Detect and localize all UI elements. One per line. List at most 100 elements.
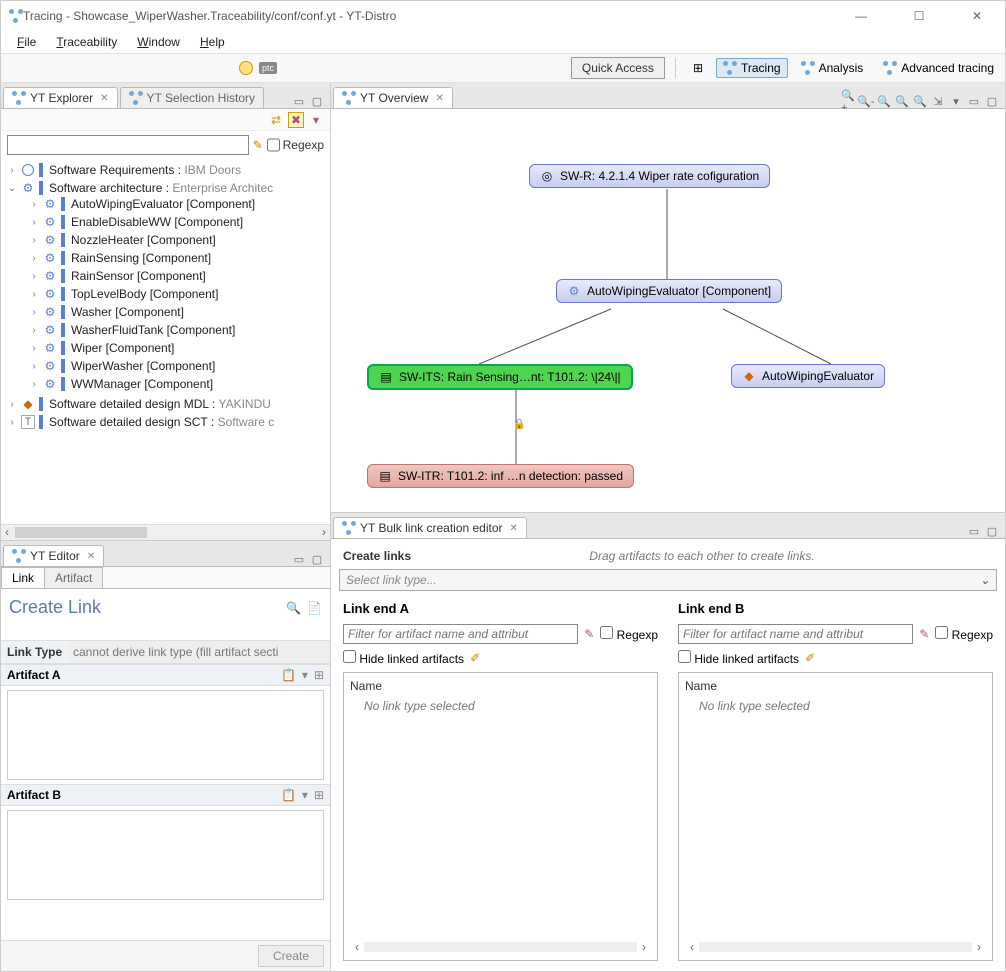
tree-item-component[interactable]: ›⚙AutoWipingEvaluator [Component] xyxy=(1,197,330,211)
highlight-icon[interactable]: ✐ xyxy=(805,651,815,665)
tree-item-component[interactable]: ›⚙NozzleHeater [Component] xyxy=(1,233,330,247)
tree-item-component[interactable]: ›⚙TopLevelBody [Component] xyxy=(1,287,330,301)
node-sw-its[interactable]: ▤SW-ITS: Rain Sensing…nt: T101.2: \|24\|… xyxy=(367,364,633,390)
maximize-button[interactable]: ☐ xyxy=(899,4,939,28)
ptc-badge[interactable]: ptc xyxy=(259,62,277,74)
explorer-tree[interactable]: ›Software Requirements : IBM Doors ⌄⚙Sof… xyxy=(1,159,330,524)
filter-a-input[interactable] xyxy=(343,624,578,644)
artifact-a-dropzone[interactable] xyxy=(7,690,324,780)
bulk-heading: Create links xyxy=(343,549,411,563)
menu-file[interactable]: File xyxy=(9,33,44,51)
filter-b-input[interactable] xyxy=(678,624,913,644)
filter-toggle-icon[interactable]: ✖ xyxy=(288,112,304,128)
zoom-fit-icon[interactable]: 🔍 xyxy=(877,94,891,108)
copy-icon[interactable]: 📄 xyxy=(307,601,322,615)
tree-item-component[interactable]: ›⚙RainSensor [Component] xyxy=(1,269,330,283)
minimize-view-icon[interactable]: ▭ xyxy=(292,552,306,566)
explorer-hscroll[interactable]: ‹› xyxy=(1,524,330,540)
clear-icon[interactable]: ✎ xyxy=(919,627,929,641)
close-icon[interactable]: ✕ xyxy=(435,93,443,104)
tree-root-sw-arch[interactable]: ⌄⚙Software architecture : Enterprise Arc… xyxy=(1,181,330,195)
node-sw-r[interactable]: ◎SW-R: 4.2.1.4 Wiper rate cofiguration xyxy=(529,164,770,188)
layout-icon[interactable]: ⇲ xyxy=(931,94,945,108)
highlight-icon[interactable]: ✐ xyxy=(470,651,480,665)
tree-root-sct[interactable]: ›TSoftware detailed design SCT : Softwar… xyxy=(1,415,330,429)
hide-linked-b-checkbox[interactable]: Hide linked artifacts xyxy=(678,650,799,666)
matlab-icon: ◆ xyxy=(742,369,756,383)
minimize-view-icon[interactable]: ▭ xyxy=(967,94,981,108)
minimize-view-icon[interactable]: ▭ xyxy=(967,524,981,538)
dropdown-icon[interactable]: ▾ xyxy=(302,788,308,802)
grid-icon[interactable]: ⊞ xyxy=(314,668,324,682)
paste-icon[interactable]: 📋 xyxy=(281,668,296,682)
regexp-checkbox[interactable]: Regexp xyxy=(267,135,324,155)
zoom-sel-icon[interactable]: 🔍 xyxy=(913,94,927,108)
link-end-b-panel: Link end B ✎ Regexp Hide linked artifact… xyxy=(678,601,993,961)
menu-traceability[interactable]: Traceability xyxy=(48,33,125,51)
minimize-view-icon[interactable]: ▭ xyxy=(292,94,306,108)
subtab-artifact[interactable]: Artifact xyxy=(44,567,103,588)
zoom-reset-icon[interactable]: 🔍 xyxy=(895,94,909,108)
menu-window[interactable]: Window xyxy=(129,33,188,51)
menu-help[interactable]: Help xyxy=(192,33,233,51)
tree-item-component[interactable]: ›⚙EnableDisableWW [Component] xyxy=(1,215,330,229)
node-autowiping-eval[interactable]: ◆AutoWipingEvaluator xyxy=(731,364,885,388)
close-icon[interactable]: ✕ xyxy=(100,93,108,104)
close-icon[interactable]: ✕ xyxy=(510,523,518,534)
link-end-b-list[interactable]: Name No link type selected ‹› xyxy=(678,672,993,961)
grid-icon[interactable]: ⊞ xyxy=(314,788,324,802)
tab-yt-editor[interactable]: YT Editor✕ xyxy=(3,545,104,566)
subtab-link[interactable]: Link xyxy=(1,567,45,588)
link-type-select[interactable]: Select link type...⌄ xyxy=(339,569,997,591)
link-end-a-list[interactable]: Name No link type selected ‹› xyxy=(343,672,658,961)
tab-yt-selection-history[interactable]: YT Selection History xyxy=(120,87,265,108)
maximize-view-icon[interactable]: ▢ xyxy=(310,94,324,108)
overview-canvas[interactable]: ◎SW-R: 4.2.1.4 Wiper rate cofiguration ⚙… xyxy=(331,109,1005,512)
zoom-out-icon[interactable]: 🔍- xyxy=(859,94,873,108)
perspective-advanced[interactable]: Advanced tracing xyxy=(876,58,1001,78)
artifact-b-dropzone[interactable] xyxy=(7,810,324,900)
tree-item-component[interactable]: ›⚙Wiper [Component] xyxy=(1,341,330,355)
link-sync-icon[interactable]: ⇄ xyxy=(268,112,284,128)
minimize-button[interactable]: — xyxy=(841,4,881,28)
tree-item-component[interactable]: ›⚙WWManager [Component] xyxy=(1,377,330,391)
tree-item-component[interactable]: ›⚙WiperWasher [Component] xyxy=(1,359,330,373)
view-menu-icon[interactable]: ▾ xyxy=(308,112,324,128)
paste-icon[interactable]: 📋 xyxy=(281,788,296,802)
node-sw-itr[interactable]: ▤SW-ITR: T101.2: inf …n detection: passe… xyxy=(367,464,634,488)
clear-icon[interactable]: ✎ xyxy=(584,627,594,641)
explorer-filter-input[interactable] xyxy=(7,135,249,155)
maximize-view-icon[interactable]: ▢ xyxy=(310,552,324,566)
close-button[interactable]: ✕ xyxy=(957,4,997,28)
search-icon[interactable]: 🔍 xyxy=(286,601,301,615)
no-type-msg: No link type selected xyxy=(685,699,986,713)
regexp-b-checkbox[interactable]: Regexp xyxy=(935,626,993,642)
tree-item-component[interactable]: ›⚙WasherFluidTank [Component] xyxy=(1,323,330,337)
view-menu-icon[interactable]: ▾ xyxy=(949,94,963,108)
tab-yt-explorer[interactable]: YT Explorer✕ xyxy=(3,87,118,108)
open-perspective-button[interactable]: ⊞ xyxy=(686,58,710,78)
tree-root-sw-req[interactable]: ›Software Requirements : IBM Doors xyxy=(1,163,330,177)
test-icon: ▤ xyxy=(379,370,393,384)
link-end-a-panel: Link end A ✎ Regexp Hide linked artifact… xyxy=(343,601,658,961)
perspective-tracing[interactable]: Tracing xyxy=(716,58,788,78)
create-button[interactable]: Create xyxy=(258,945,324,967)
maximize-view-icon[interactable]: ▢ xyxy=(985,94,999,108)
tab-yt-bulk[interactable]: YT Bulk link creation editor✕ xyxy=(333,517,527,538)
tab-yt-overview[interactable]: YT Overview✕ xyxy=(333,87,453,108)
hide-linked-a-checkbox[interactable]: Hide linked artifacts xyxy=(343,650,464,666)
node-autowiping-component[interactable]: ⚙AutoWipingEvaluator [Component] xyxy=(556,279,782,303)
zoom-in-icon[interactable]: 🔍+ xyxy=(841,94,855,108)
regexp-a-checkbox[interactable]: Regexp xyxy=(600,626,658,642)
result-icon: ▤ xyxy=(378,469,392,483)
tree-item-component[interactable]: ›⚙RainSensing [Component] xyxy=(1,251,330,265)
dropdown-icon[interactable]: ▾ xyxy=(302,668,308,682)
maximize-view-icon[interactable]: ▢ xyxy=(985,524,999,538)
tree-item-component[interactable]: ›⚙Washer [Component] xyxy=(1,305,330,319)
tree-root-mdl[interactable]: ›◆Software detailed design MDL : YAKINDU xyxy=(1,397,330,411)
toolbar-icon-1[interactable] xyxy=(239,61,253,75)
clear-filter-icon[interactable]: ✎ xyxy=(253,138,263,152)
close-icon[interactable]: ✕ xyxy=(87,551,95,562)
quick-access[interactable]: Quick Access xyxy=(571,57,665,79)
perspective-analysis[interactable]: Analysis xyxy=(794,58,871,78)
